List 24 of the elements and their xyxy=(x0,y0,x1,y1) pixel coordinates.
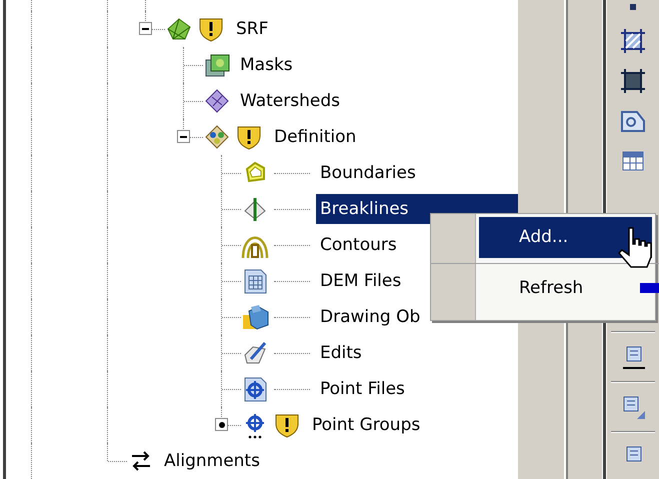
diamond-icon xyxy=(203,87,231,115)
tree-item[interactable]: Edits xyxy=(316,338,366,368)
selection-bar xyxy=(640,283,659,293)
menu-item[interactable]: Refresh xyxy=(479,268,652,309)
tree-item[interactable]: Contours xyxy=(316,230,401,260)
tree-item[interactable]: Point Groups xyxy=(308,410,424,440)
collapse-toggle[interactable] xyxy=(177,130,190,143)
collapse-toggle[interactable] xyxy=(139,22,152,35)
tree-item[interactable]: Alignments xyxy=(160,446,264,476)
menu-item[interactable]: Add... xyxy=(479,217,652,258)
square-icon[interactable] xyxy=(630,4,636,10)
diamond-icon xyxy=(203,123,231,151)
blocks-icon xyxy=(241,303,269,331)
tree-item[interactable]: Drawing Ob xyxy=(316,302,424,332)
tree-item[interactable]: SRF xyxy=(232,14,272,44)
tree-item[interactable]: Boundaries xyxy=(316,158,420,188)
tree-item[interactable]: Definition xyxy=(270,122,360,152)
hatched-frame-icon[interactable] xyxy=(619,27,647,55)
tree-item[interactable]: Watersheds xyxy=(236,86,344,116)
dark-frame-icon[interactable] xyxy=(619,67,647,95)
tree-item[interactable]: Masks xyxy=(236,50,297,80)
expand-toggle[interactable] xyxy=(215,418,228,431)
tree-item[interactable]: Point Files xyxy=(316,374,409,404)
tree-item[interactable]: DEM Files xyxy=(316,266,406,296)
